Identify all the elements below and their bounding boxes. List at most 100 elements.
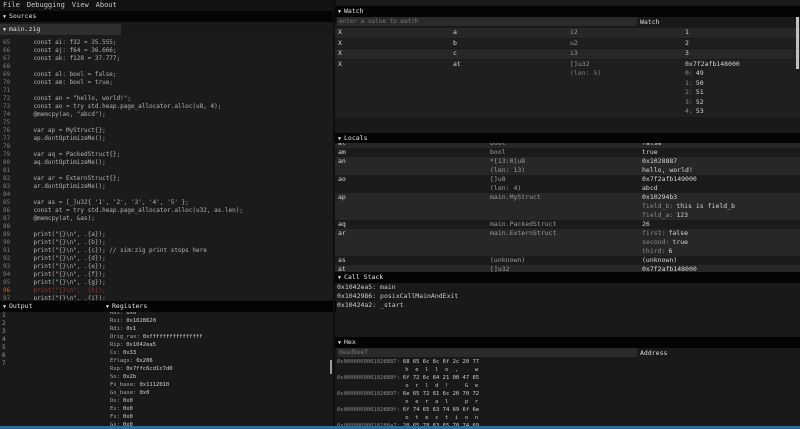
line-number[interactable]: 65 [0,39,19,47]
line-number[interactable]: 90 [0,239,19,247]
locals-row[interactable]: as (unknown) (unknown) [335,256,800,265]
line-number[interactable]: 87 [0,215,19,223]
callstack-frame[interactable]: 0x1042986: posixCallMainAndExit [337,292,800,301]
line-number[interactable]: 76 [0,127,19,135]
line-number[interactable]: 85 [0,199,19,207]
code-line[interactable]: 78 [0,143,333,151]
watch-scrollbar[interactable] [796,17,799,69]
line-number[interactable]: 77 [0,135,19,143]
code-line[interactable]: 88 [0,223,333,231]
line-number[interactable]: 86 [0,207,19,215]
code-line[interactable]: 70 const am: bool = true; [0,79,333,87]
line-number[interactable]: 82 [0,175,19,183]
watch-delete-button[interactable]: X [338,49,342,59]
registers-scrollbar[interactable] [330,360,332,374]
code-line[interactable]: 95 print("{}\n", .{g}); [0,279,333,287]
code-line[interactable]: 89 print("{}\n", .{a}); [0,231,333,239]
line-number[interactable]: 71 [0,87,19,95]
code-line[interactable]: 93 print("{}\n", .{e}); [0,263,333,271]
line-number[interactable]: 72 [0,95,19,103]
menu-item[interactable]: File [3,0,20,11]
code-line[interactable]: 66 const aj: f64 = 36.666; [0,47,333,55]
code-line[interactable]: 73 const ao = try std.heap.page_allocato… [0,103,333,111]
code-line[interactable]: 69 const al: bool = false; [0,71,333,79]
line-number[interactable]: 74 [0,111,19,119]
code-line[interactable]: 80 aq.dontOptimizeMe(); [0,159,333,167]
line-number[interactable]: 75 [0,119,19,127]
sources-panel-header[interactable]: ▼Sources [0,11,336,22]
code-line[interactable]: 74 @memcpy(ao, "abcd"); [0,111,333,119]
code-line[interactable]: 76 var ap = MyStruct{}; [0,127,333,135]
line-number[interactable]: 83 [0,183,19,191]
menu-item[interactable]: About [96,0,117,11]
hex-panel-header[interactable]: ▼Hex [335,337,800,348]
hex-address-input[interactable] [337,348,637,357]
code-line[interactable]: 65 const ai: f32 = 35.555; [0,39,333,47]
code-line[interactable]: 91 print("{}\n", .{c}); // sim:zig print… [0,247,333,255]
code-line[interactable]: 97 print("{}\n", .{i}); [0,295,333,300]
line-number[interactable]: 67 [0,55,19,63]
line-number[interactable]: 69 [0,71,19,79]
line-number[interactable]: 80 [0,159,19,167]
code-line[interactable]: 84 [0,191,333,199]
code-line[interactable]: 79 var aq = PackedStruct{}; [0,151,333,159]
watch-delete-button[interactable]: X [338,39,342,49]
menu-item[interactable]: View [72,0,89,11]
line-number[interactable]: 70 [0,79,19,87]
code-line[interactable]: 94 print("{}\n", .{f}); [0,271,333,279]
line-number[interactable]: 84 [0,191,19,199]
watch-input[interactable] [337,17,637,26]
code-line[interactable]: 83 ar.dontOptimizeMe(); [0,183,333,191]
menu-item[interactable]: Debugging [27,0,65,11]
code-line[interactable]: 75 [0,119,333,127]
code-line[interactable]: 86 const at = try std.heap.page_allocato… [0,207,333,215]
line-number[interactable]: 94 [0,271,19,279]
line-number[interactable]: 66 [0,47,19,55]
code-line[interactable]: 85 var as = [_]u32{ '1', '2', '3', '4', … [0,199,333,207]
locals-row[interactable]: ao []u8(len: 4) 0x7f2afb149000abcd [335,175,800,193]
code-line[interactable]: 72 const an = "hello, world!"; [0,95,333,103]
code-line[interactable]: 96 print("{}\n", .{h}); [0,287,333,295]
code-line[interactable]: 71 [0,87,333,95]
locals-row[interactable]: ar main.ExternStruct first:falsesecond:t… [335,229,800,256]
callstack-frame[interactable]: 0x1042ea5: main [337,283,800,292]
locals-row[interactable]: at []u32 0x7f2afb148000 [335,265,800,272]
line-number[interactable]: 97 [0,295,19,300]
code-line[interactable]: 77 ap.dontOptimizeMe(); [0,135,333,143]
locals-row[interactable]: ap main.MyStruct 0x10294b3field_b:this i… [335,193,800,220]
watch-add-button[interactable]: Watch [640,17,660,27]
line-number[interactable]: 79 [0,151,19,159]
line-number[interactable]: 88 [0,223,19,231]
locals-row[interactable]: aq main.PackedStruct 26 [335,220,800,229]
line-number[interactable]: 73 [0,103,19,111]
collapse-icon: ▼ [3,304,6,310]
registers-panel-header[interactable]: ▼Registers [103,301,336,312]
code-line[interactable]: 90 print("{}\n", .{b}); [0,239,333,247]
watch-panel-header[interactable]: ▼Watch [335,6,800,17]
callstack-frame[interactable]: 0x10424a2: _start [337,301,800,310]
line-number[interactable]: 68 [0,63,19,71]
line-number[interactable]: 92 [0,255,19,263]
code-line[interactable]: 82 var ar = ExternStruct{}; [0,175,333,183]
locals-row[interactable]: an *[13:0]u8(len: 13) 0x1028887hello, wo… [335,157,800,175]
code-line[interactable]: 67 const ak: f128 = 37.777; [0,55,333,63]
output-panel-header[interactable]: ▼Output [0,301,106,312]
code-line[interactable]: 68 [0,63,333,71]
code-line[interactable]: 92 print("{}\n", .{d}); [0,255,333,263]
hex-address-button[interactable]: Address [640,348,667,358]
line-number[interactable]: 91 [0,247,19,255]
line-number[interactable]: 93 [0,263,19,271]
watch-delete-button[interactable]: X [338,28,342,38]
line-number[interactable]: 81 [0,167,19,175]
source-file-tab[interactable]: ▼main.zig [0,24,121,35]
code-line[interactable]: 87 @memcpy(at, &as); [0,215,333,223]
code-line[interactable]: 81 [0,167,333,175]
line-number[interactable]: 95 [0,279,19,287]
locals-row[interactable]: am bool true [335,148,800,157]
line-number[interactable]: 96 [0,287,19,295]
callstack-panel-header[interactable]: ▼Call Stack [335,272,800,283]
line-number[interactable]: 78 [0,143,19,151]
local-value-line: hello, world! [642,166,800,175]
line-number[interactable]: 89 [0,231,19,239]
watch-delete-button[interactable]: X [338,60,342,70]
